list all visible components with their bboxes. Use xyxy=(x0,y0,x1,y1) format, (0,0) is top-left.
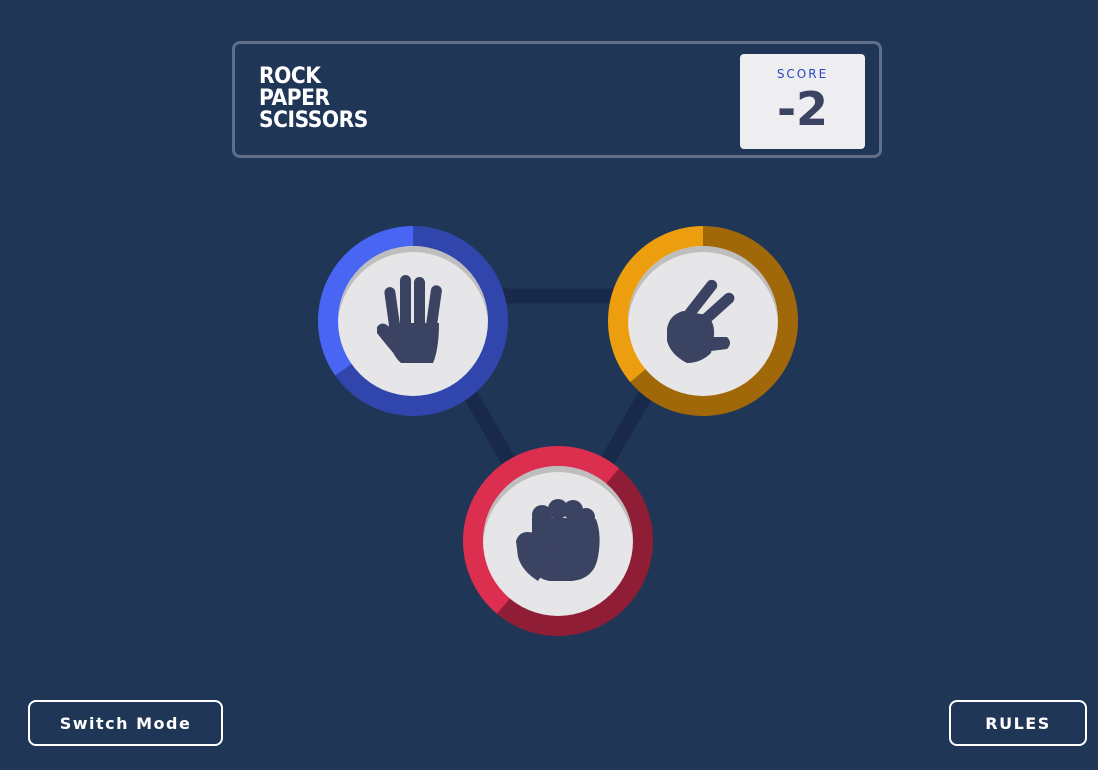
paper-choice-button[interactable] xyxy=(318,226,508,416)
rock-fist-icon xyxy=(516,499,600,581)
rock-choice-face xyxy=(483,466,633,616)
switch-mode-button[interactable]: Switch Mode xyxy=(28,700,223,746)
scissors-choice-face xyxy=(628,246,778,396)
scissors-choice-button[interactable] xyxy=(608,226,798,416)
paper-hand-icon xyxy=(377,275,442,363)
triangle-connector xyxy=(405,288,711,554)
scissors-hand-icon xyxy=(667,279,735,363)
paper-choice-face xyxy=(338,246,488,396)
rules-button[interactable]: RULES xyxy=(949,700,1087,746)
rock-choice-button[interactable] xyxy=(463,446,653,636)
